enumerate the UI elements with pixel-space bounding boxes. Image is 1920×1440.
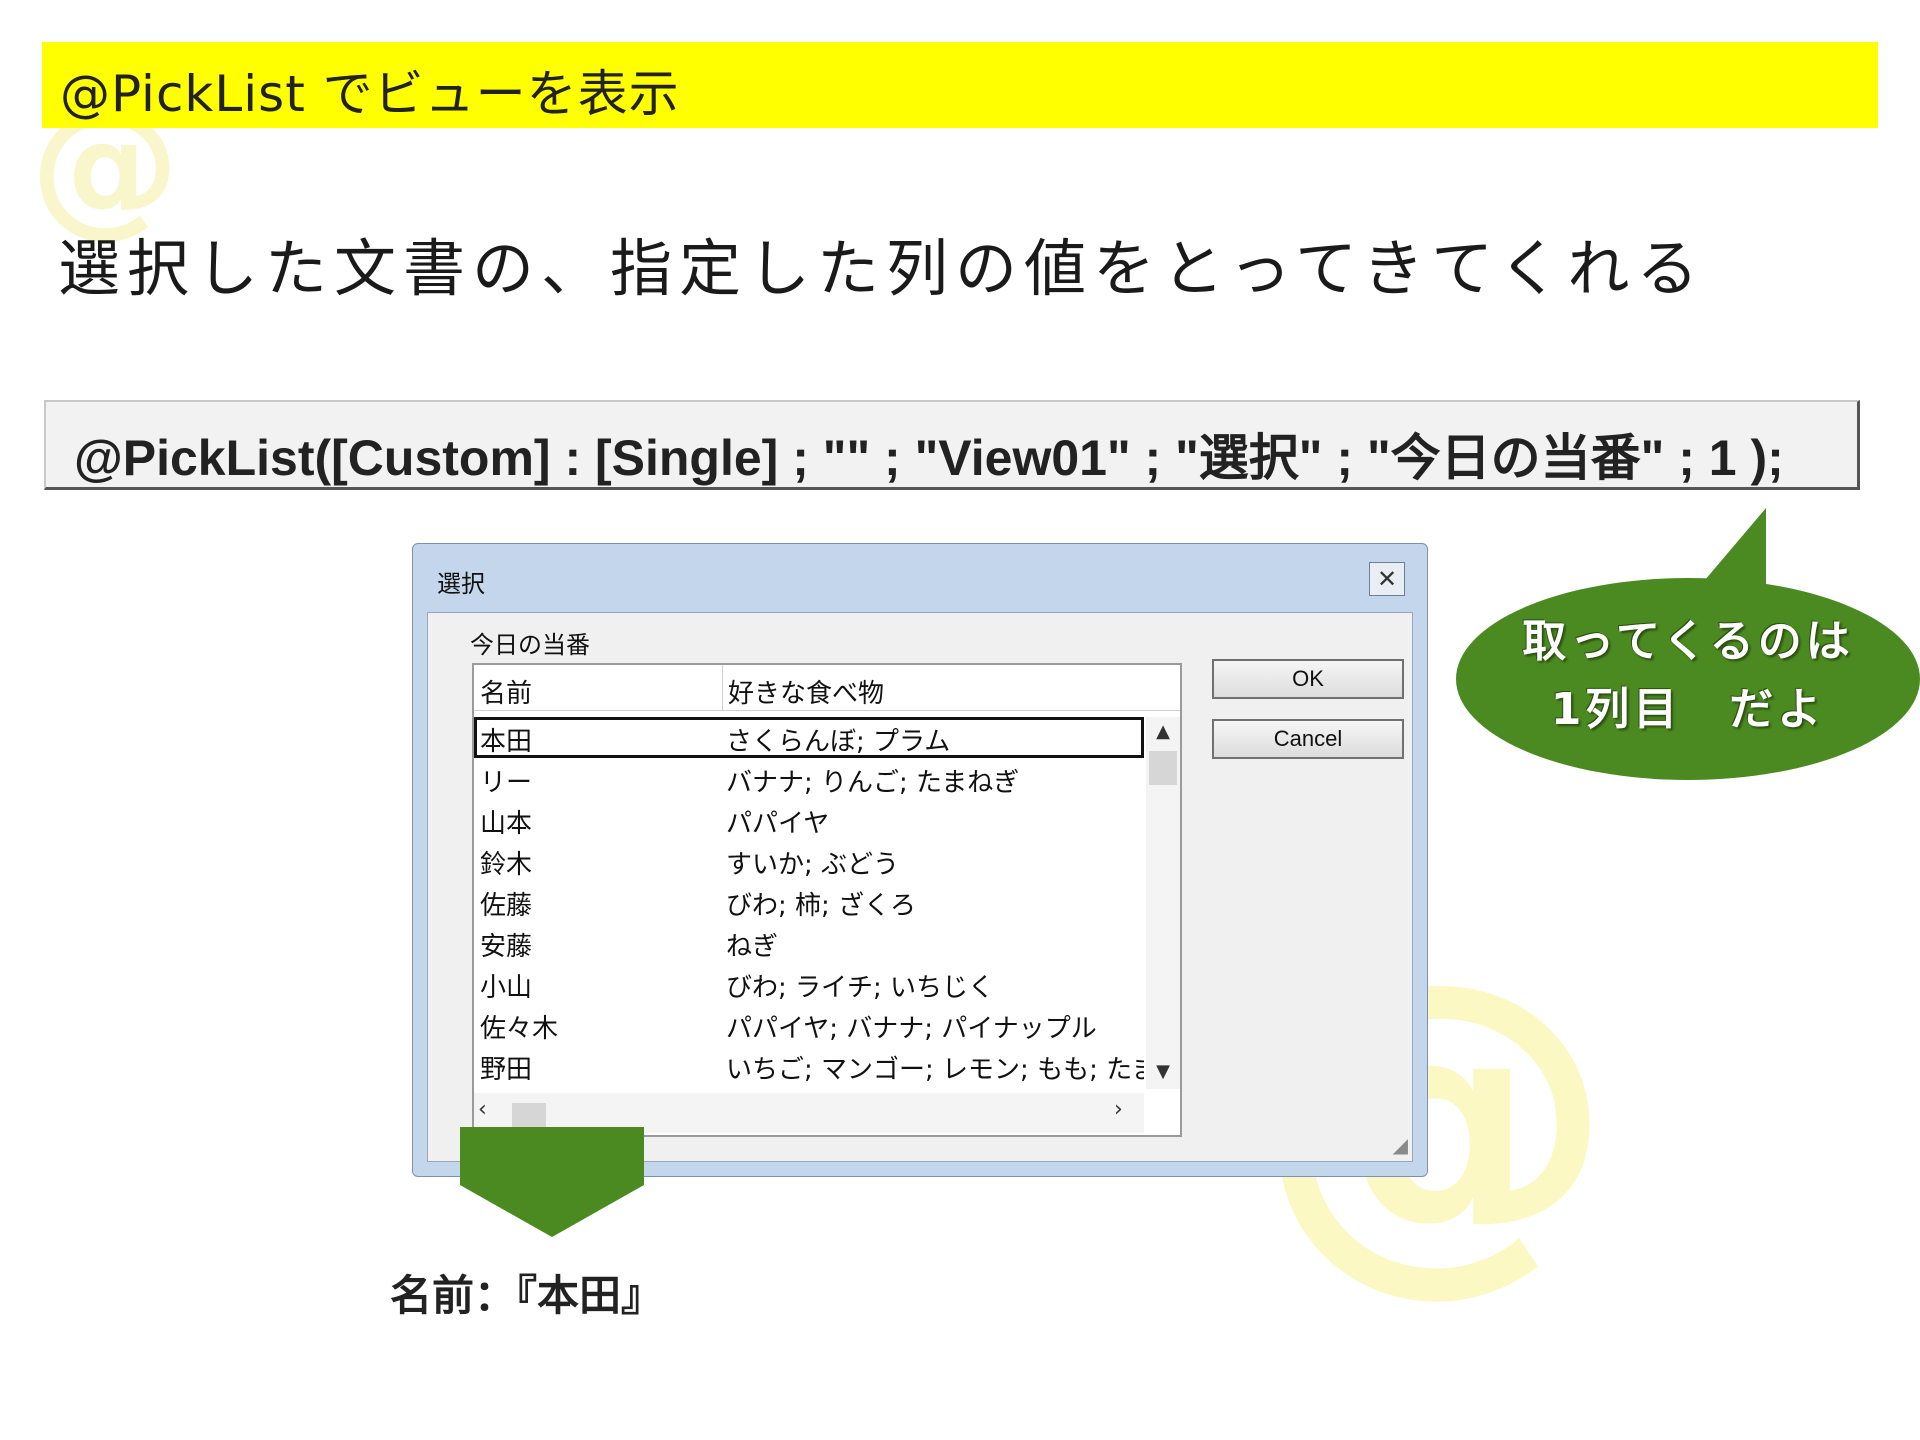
list-item-name: 小山: [480, 973, 533, 1003]
list-item[interactable]: 佐藤 びわ; 柿; ざくろ: [474, 881, 1144, 922]
list-item-name: リー: [480, 768, 533, 798]
result-text: 名前：『本田』: [390, 1272, 664, 1319]
scroll-left-icon[interactable]: ‹: [478, 1097, 487, 1122]
picklist-dialog: 選択 ✕ 今日の当番 名前 好きな食べ物 本田 さくらんぼ; プラムリー バナナ; …: [412, 543, 1428, 1177]
list-item-food: びわ; ライチ; いちじく: [726, 973, 995, 1003]
page-title: @PickList でビューを表示: [60, 65, 680, 123]
list-item-food: パパイヤ; バナナ; パイナップル: [726, 1014, 1097, 1044]
down-arrow-icon: [460, 1185, 644, 1237]
vertical-scrollbar[interactable]: ▲ ▼: [1146, 717, 1180, 1089]
list-item-food: さくらんぼ; プラム: [726, 727, 951, 757]
bubble-line-2: 1列目 だよ: [1550, 684, 1826, 735]
list-rows: 本田 さくらんぼ; プラムリー バナナ; りんご; たまねぎ山本 パパイヤ鈴木 すいか;…: [474, 717, 1144, 1089]
list-item[interactable]: 鈴木 すいか; ぶどう: [474, 840, 1144, 881]
list-item[interactable]: 山本 パパイヤ: [474, 799, 1144, 840]
cancel-button[interactable]: Cancel: [1212, 719, 1404, 759]
column-header-food[interactable]: 好きな食べ物: [728, 673, 884, 710]
bubble-line-1: 取ってくるのは: [1522, 616, 1854, 667]
scroll-thumb-vertical[interactable]: [1149, 751, 1177, 785]
resize-grip-icon[interactable]: ◢: [1393, 1133, 1408, 1157]
title-band: @PickList でビューを表示: [42, 42, 1878, 128]
list-item-food: ねぎ: [726, 932, 779, 962]
subtitle: 選択した文書の、指定した列の値をとってきてくれる: [58, 232, 1706, 305]
speech-bubble: 取ってくるのは 1列目 だよ: [1456, 578, 1920, 780]
list-item-name: 佐藤: [480, 891, 533, 921]
list-item[interactable]: 佐々木 パパイヤ; バナナ; パイナップル: [474, 1004, 1144, 1045]
list-item-name: 安藤: [480, 932, 533, 962]
down-arrow-body: [460, 1127, 644, 1185]
list-item-food: すいか; ぶどう: [726, 850, 900, 880]
dialog-prompt-label: 今日の当番: [470, 631, 590, 659]
list-item[interactable]: 山田オレンジ; ライム: [474, 1086, 1144, 1089]
list-item[interactable]: 野田 いちご; マンゴー; レモン; もも; たまねぎ: [474, 1045, 1144, 1086]
list-header: 名前 好きな食べ物: [474, 665, 1180, 711]
list-item-food: バナナ; りんご; たまねぎ: [726, 768, 1020, 798]
scroll-down-icon[interactable]: ▼: [1146, 1057, 1180, 1087]
list-item-food: パパイヤ: [726, 809, 830, 839]
list-item-name: 佐々木: [480, 1014, 559, 1044]
speech-bubble-text: 取ってくるのは 1列目 だよ: [1456, 608, 1920, 744]
close-icon[interactable]: ✕: [1369, 562, 1405, 596]
scroll-right-icon[interactable]: ›: [1114, 1097, 1123, 1122]
scroll-thumb-horizontal[interactable]: [512, 1103, 546, 1127]
list-item-name: 山本: [480, 809, 533, 839]
scroll-up-icon[interactable]: ▲: [1146, 717, 1180, 747]
list-item-food: いちご; マンゴー; レモン; もも; たまねぎ: [726, 1055, 1144, 1085]
list-item[interactable]: 小山 びわ; ライチ; いちじく: [474, 963, 1144, 1004]
view-listbox[interactable]: 名前 好きな食べ物 本田 さくらんぼ; プラム リー バナナ; りんご; たまねぎ 山本…: [472, 663, 1182, 1137]
dialog-body: 今日の当番 名前 好きな食べ物 本田 さくらんぼ; プラムリー バナナ; りんご; …: [427, 612, 1413, 1162]
list-item-name: 野田: [480, 1055, 533, 1085]
column-divider[interactable]: [722, 665, 723, 711]
column-header-name[interactable]: 名前: [480, 673, 532, 710]
list-item-name: 鈴木: [480, 850, 533, 880]
list-item[interactable]: 安藤 ねぎ: [474, 922, 1144, 963]
list-item-name: 本田: [480, 727, 533, 757]
list-item[interactable]: 本田 さくらんぼ; プラム: [474, 717, 1144, 758]
list-item-food: びわ; 柿; ざくろ: [726, 891, 917, 921]
code-bar: @PickList([Custom] : [Single] ; "" ; "Vi…: [44, 400, 1860, 490]
list-item[interactable]: リー バナナ; りんご; たまねぎ: [474, 758, 1144, 799]
dialog-title: 選択: [437, 570, 485, 598]
ok-button[interactable]: OK: [1212, 659, 1404, 699]
code-formula: @PickList([Custom] : [Single] ; "" ; "Vi…: [74, 430, 1784, 486]
